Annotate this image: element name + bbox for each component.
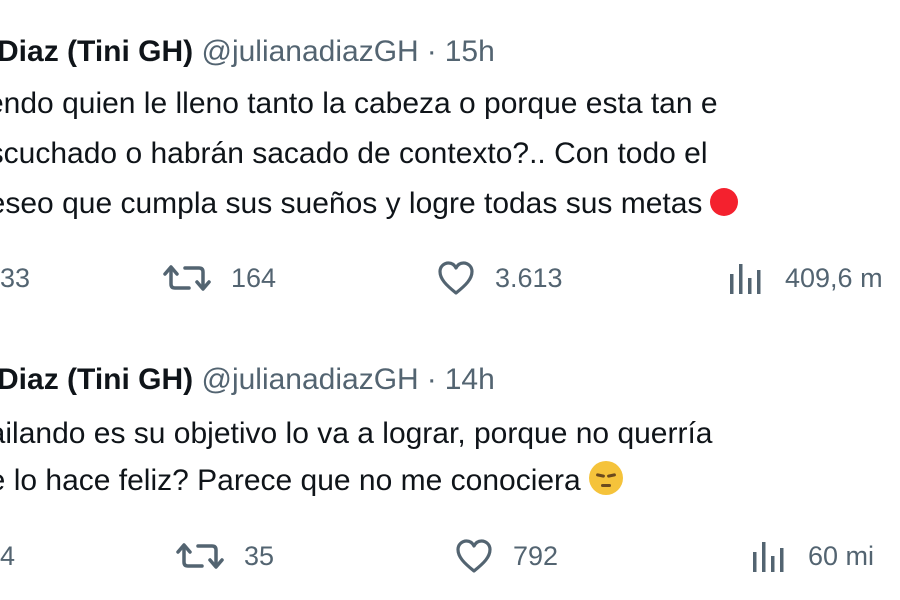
separator-dot: · <box>426 35 437 68</box>
separator-dot: · <box>426 363 437 396</box>
like-count: 3.613 <box>495 262 563 293</box>
analytics-icon <box>753 542 784 572</box>
reply-count: 33 <box>0 262 31 293</box>
tweet-actions-bar: 33 164 3.613 409,6 m <box>0 258 900 298</box>
author-handle[interactable]: @julianadiazGH <box>201 35 418 68</box>
tweet-text-content: ue lo hace feliz? Parece que no me conoc… <box>0 464 581 497</box>
heart-icon <box>456 539 492 573</box>
heart-icon <box>438 261 474 295</box>
tweet-timestamp[interactable]: 14h <box>445 363 495 396</box>
tweet-actions-bar: 4 35 792 60 mi <box>0 536 900 576</box>
views-button[interactable]: 409,6 m <box>725 258 883 298</box>
tweet-text-line: tiendo quien le lleno tanto la cabeza o … <box>0 87 718 120</box>
author-name[interactable]: a Diaz (Tini GH) <box>0 35 193 68</box>
like-button[interactable]: 792 <box>455 536 558 576</box>
view-count: 60 mi <box>808 540 875 571</box>
like-count: 792 <box>513 540 559 571</box>
pensive-face-icon <box>588 461 623 495</box>
retweet-count: 35 <box>244 540 275 571</box>
tweet-header: a Diaz (Tini GH) @julianadiazGH·14h <box>0 360 495 400</box>
like-button[interactable]: 3.613 <box>437 258 563 298</box>
view-count: 409,6 m <box>785 262 883 293</box>
retweet-button[interactable]: 35 <box>176 536 274 576</box>
reply-button[interactable]: 33 <box>0 258 30 298</box>
retweet-icon <box>163 265 211 291</box>
retweet-count: 164 <box>231 262 277 293</box>
tweet-timestamp[interactable]: 15h <box>445 35 495 68</box>
reply-count: 4 <box>0 540 16 571</box>
tweet-text-content: deseo que cumpla sus sueños y logre toda… <box>0 187 703 220</box>
analytics-icon <box>730 264 761 294</box>
tweet-text-line: ue lo hace feliz? Parece que no me conoc… <box>0 461 623 501</box>
red-heart-icon <box>710 188 739 216</box>
retweet-button[interactable]: 164 <box>163 258 276 298</box>
tweet-2[interactable]: a Diaz (Tini GH) @julianadiazGH·14h bail… <box>0 330 900 600</box>
author-name[interactable]: a Diaz (Tini GH) <box>0 363 193 396</box>
retweet-icon <box>176 543 224 569</box>
author-handle[interactable]: @julianadiazGH <box>201 363 418 396</box>
views-button[interactable]: 60 mi <box>748 536 874 576</box>
tweet-header: a Diaz (Tini GH) @julianadiazGH·15h <box>0 32 495 72</box>
tweet-text-line: bailando es su objetivo lo va a lograr, … <box>0 417 713 450</box>
tweet-text-line: deseo que cumpla sus sueños y logre toda… <box>0 184 739 224</box>
tweet-text-line: escuchado o habrán sacado de contexto?..… <box>0 137 708 170</box>
tweet-1[interactable]: a Diaz (Tini GH) @julianadiazGH·15h tien… <box>0 0 900 300</box>
reply-button[interactable]: 4 <box>0 536 15 576</box>
